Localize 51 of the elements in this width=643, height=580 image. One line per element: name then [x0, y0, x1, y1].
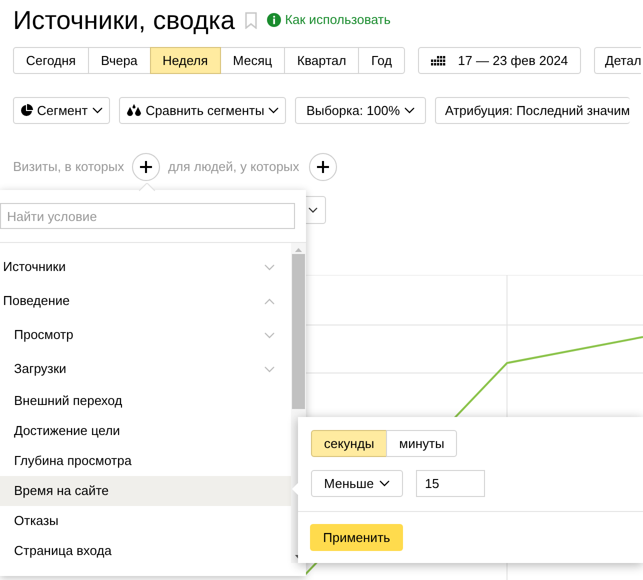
drops-icon	[126, 104, 142, 117]
unit-tab[interactable]: минуты	[386, 430, 458, 457]
condition-item[interactable]: Поведение	[0, 284, 291, 318]
add-condition-button[interactable]	[309, 153, 338, 181]
scroll-up-icon[interactable]	[295, 248, 302, 252]
help-link[interactable]: Как использовать	[284, 10, 391, 30]
chevron-up-icon	[264, 298, 275, 304]
chevron-down-icon	[378, 480, 390, 487]
plus-icon	[140, 161, 152, 173]
period-tab[interactable]: Месяц	[220, 47, 286, 74]
page-title: Источники, сводка	[13, 4, 235, 36]
bookmark-icon[interactable]	[244, 12, 257, 28]
operator-dropdown[interactable]: Меньше	[311, 470, 403, 497]
chevron-down-icon	[264, 264, 275, 270]
period-tab[interactable]: Неделя	[150, 47, 221, 74]
condition-item[interactable]: Внешний переход	[0, 386, 291, 416]
people-label: для людей, у которых	[168, 158, 300, 176]
chevron-down-icon	[92, 107, 103, 114]
condition-item[interactable]: Источники	[0, 250, 291, 284]
visits-label: Визиты, в которых	[13, 158, 124, 176]
chevron-down-icon	[404, 107, 415, 114]
chevron-down-icon	[264, 332, 275, 338]
period-tab[interactable]: Год	[358, 47, 405, 74]
attribution-dropdown[interactable]: Атрибуция: Последний значим	[434, 97, 630, 124]
segment-button[interactable]: Сегмент	[13, 97, 110, 124]
condition-item[interactable]: Время на сайте	[0, 476, 291, 506]
sample-dropdown[interactable]: Выборка: 100%	[295, 97, 426, 124]
calendar-icon	[430, 56, 446, 66]
compare-segments-button[interactable]: Сравнить сегменты	[118, 97, 286, 124]
condition-item[interactable]: Достижение цели	[0, 416, 291, 446]
search-field[interactable]: Найти условие	[0, 203, 295, 229]
add-condition-button[interactable]	[132, 153, 160, 181]
condition-item[interactable]: Отказы	[0, 506, 291, 536]
plus-icon	[317, 161, 330, 173]
date-range-button[interactable]: 17 — 23 фев 2024	[418, 47, 582, 74]
info-icon	[266, 13, 281, 27]
unit-tab[interactable]: секунды	[311, 430, 388, 457]
condition-item[interactable]: Загрузки	[0, 352, 291, 386]
period-tab[interactable]: Квартал	[284, 47, 360, 74]
condition-item[interactable]: Просмотр	[0, 318, 291, 352]
condition-item[interactable]: Глубина просмотра	[0, 446, 291, 476]
value-field[interactable]: 15	[416, 470, 485, 497]
period-tab[interactable]: Сегодня	[13, 47, 89, 74]
period-tab[interactable]: Вчера	[88, 47, 151, 74]
apply-button[interactable]: Применить	[310, 524, 404, 551]
pie-chart-icon	[20, 104, 33, 117]
details-button[interactable]: Детал	[594, 47, 642, 74]
condition-item[interactable]: Страница входа	[0, 536, 291, 566]
chevron-down-icon	[264, 366, 275, 372]
chevron-down-icon	[308, 207, 318, 213]
chevron-down-icon	[268, 107, 280, 114]
